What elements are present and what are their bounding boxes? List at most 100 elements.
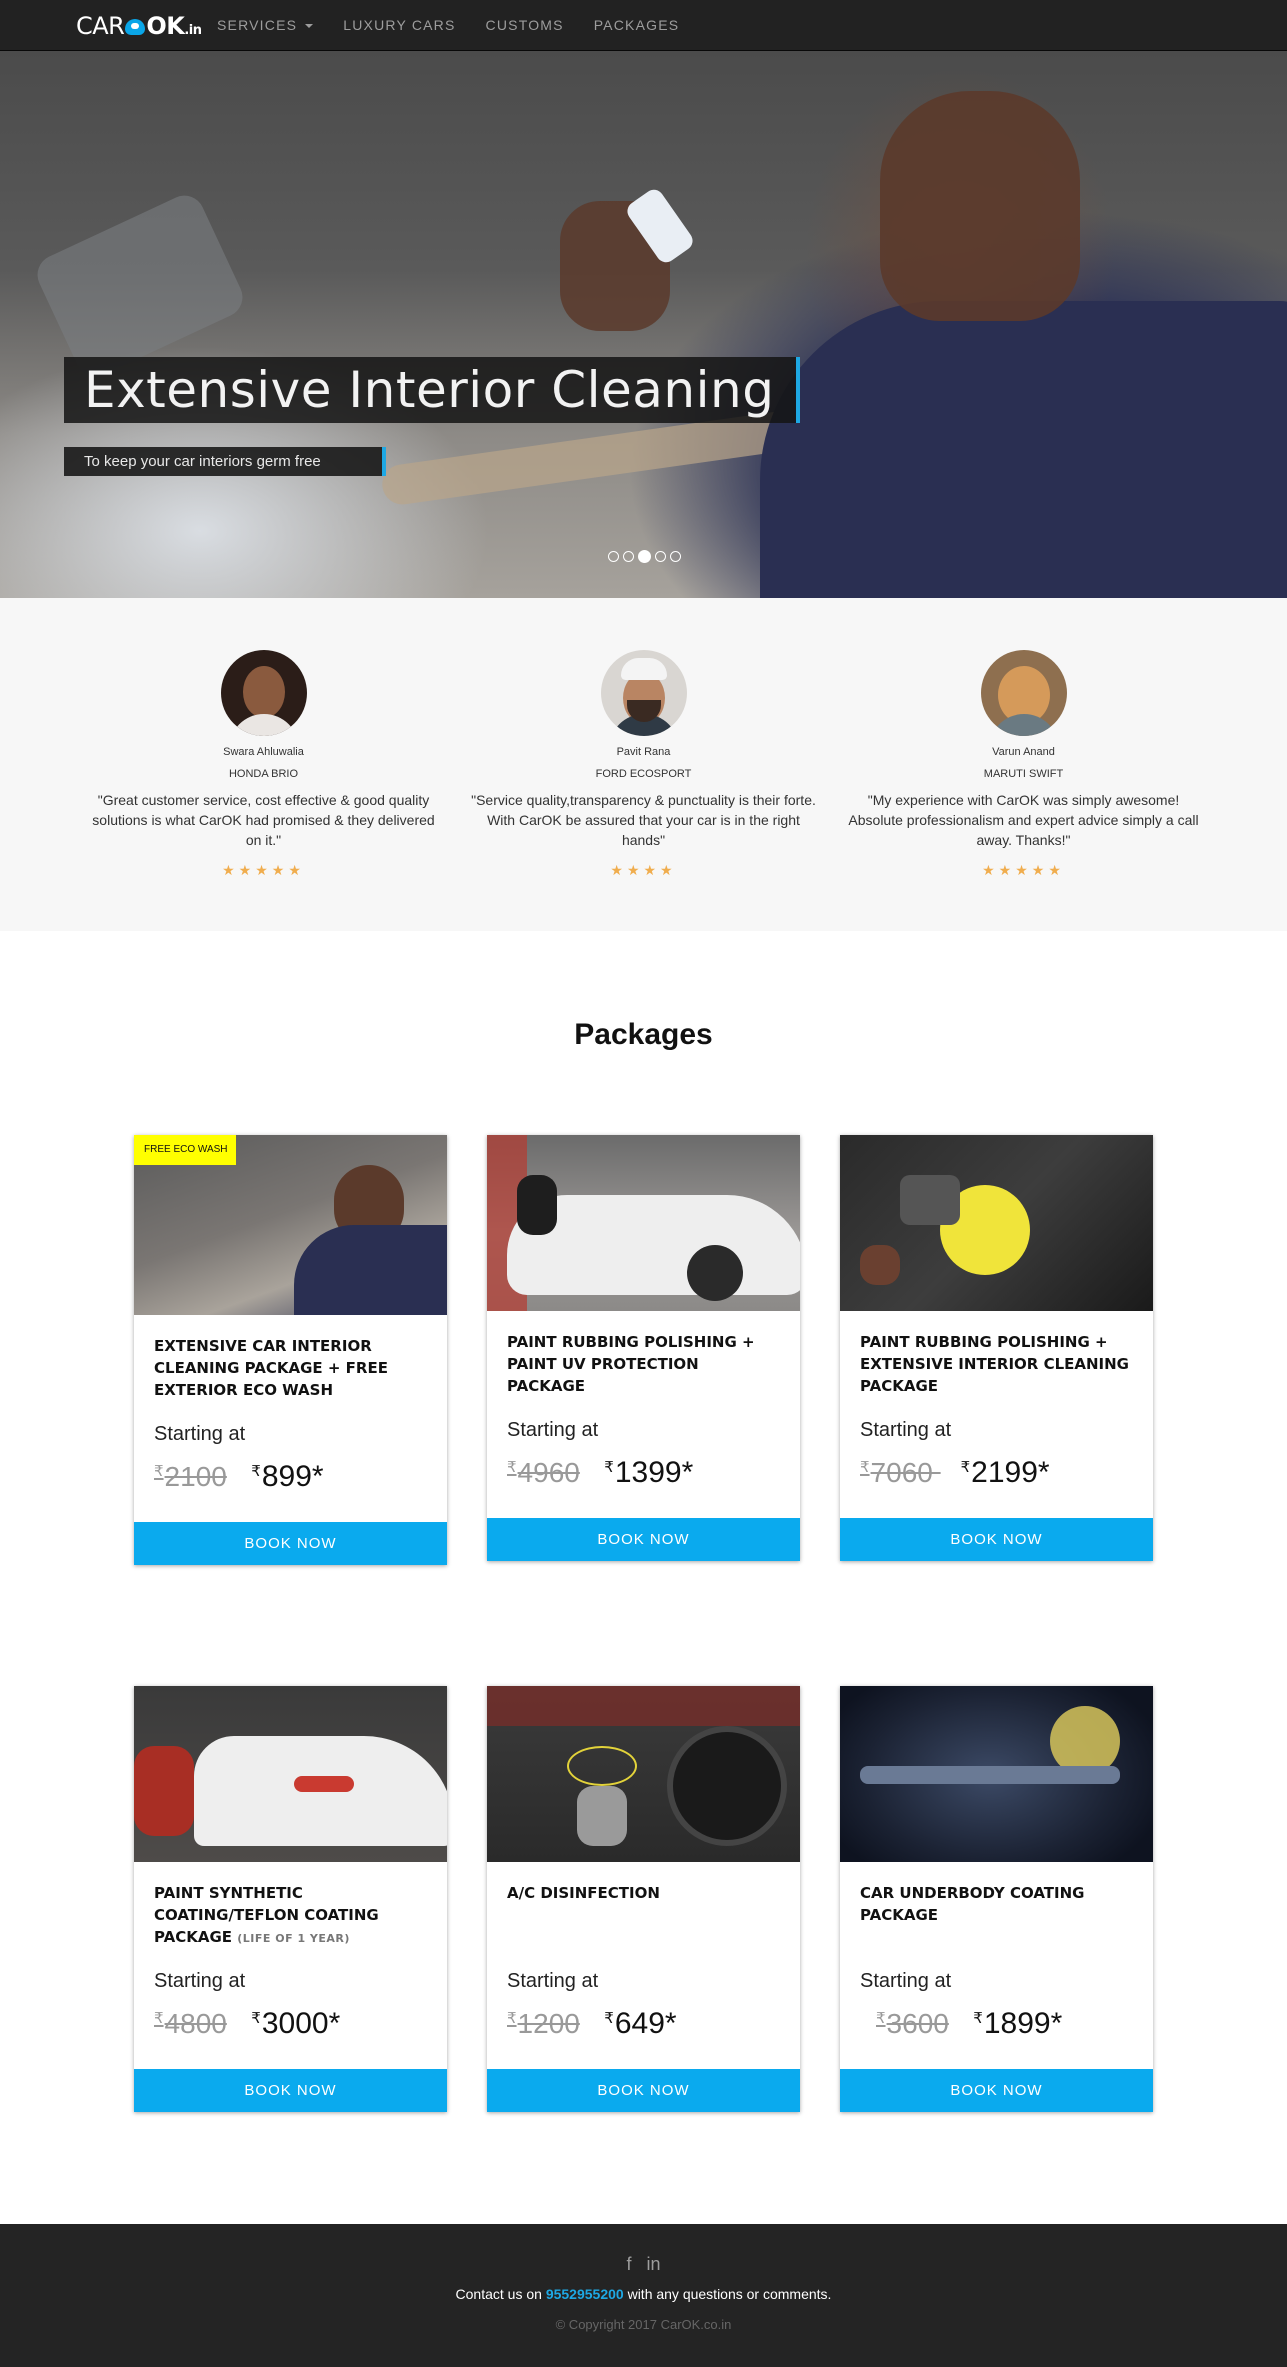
package-prices: ₹4960 ₹1399* — [487, 1442, 800, 1494]
avatar — [600, 650, 687, 736]
star-rating: ★★★★★ — [982, 862, 1065, 878]
testimonial-car: MARUTI SWIFT — [983, 768, 1064, 780]
rupee-icon: ₹ — [154, 2010, 164, 2027]
package-title: PAINT RUBBING POLISHING + EXTENSIVE INTE… — [860, 1333, 1129, 1395]
package-prices: ₹1200 ₹649* — [487, 1993, 800, 2045]
facebook-icon[interactable]: f — [626, 2254, 631, 2274]
package-image-polishing-interior — [840, 1135, 1153, 1311]
package-image-wire — [567, 1746, 637, 1786]
new-price-value: 899* — [261, 1460, 324, 1493]
package-card: PAINT SYNTHETIC COATING/TEFLON COATING P… — [134, 1686, 447, 2112]
brand-text-in: .in — [184, 23, 202, 38]
package-image-shirt — [294, 1225, 447, 1315]
carousel-indicator-1[interactable] — [608, 551, 619, 562]
rupee-icon: ₹ — [604, 1459, 614, 1476]
avatar — [220, 650, 307, 736]
old-price-value: 3600 — [886, 2008, 949, 2039]
package-title: PAINT RUBBING POLISHING + PAINT UV PROTE… — [507, 1333, 755, 1395]
package-image-hand — [860, 1245, 900, 1285]
testimonial-car: HONDA BRIO — [228, 768, 299, 780]
testimonial-name: Swara Ahluwalia — [223, 746, 304, 758]
old-price: ₹4960 — [507, 1457, 580, 1488]
carousel-indicator-5[interactable] — [670, 551, 681, 562]
navbar: CAR OK.in SERVICES LUXURY CARS CUSTOMS PA… — [0, 0, 1287, 51]
package-prices: ₹4800 ₹3000* — [134, 1993, 447, 2045]
hero-image-sunvisor — [30, 189, 250, 383]
old-price-value: 7060 — [870, 1457, 941, 1488]
rupee-icon: ₹ — [507, 1459, 517, 1476]
new-price-value: 3000* — [261, 2007, 341, 2040]
linkedin-icon[interactable]: in — [647, 2254, 661, 2274]
carousel-indicator-2[interactable] — [623, 551, 634, 562]
testimonials-section: Swara Ahluwalia HONDA BRIO "Great custom… — [0, 598, 1287, 931]
package-image-polisher — [900, 1175, 960, 1225]
package-image-teflon — [134, 1686, 447, 1862]
package-card: FREE ECO WASH EXTENSIVE CAR INTERIOR CLE… — [134, 1135, 447, 1565]
old-price: ₹1200 — [507, 2008, 580, 2039]
rupee-icon: ₹ — [604, 2010, 614, 2027]
old-price-value: 1200 — [517, 2008, 580, 2039]
package-image-polishing — [487, 1135, 800, 1311]
nav-services-label: SERVICES — [217, 17, 298, 33]
hero-subtitle: To keep your car interiors germ free — [64, 447, 386, 476]
hero-carousel[interactable]: Extensive Interior Cleaning To keep your… — [0, 51, 1287, 598]
starting-at-label: Starting at — [860, 1970, 952, 1992]
main-nav: SERVICES LUXURY CARS CUSTOMS PACKAGES — [202, 0, 694, 51]
new-price: ₹3000* — [251, 2007, 340, 2040]
footer: f in Contact us on 9552955200 with any q… — [0, 2224, 1287, 2367]
testimonial-quote: "Great customer service, cost effective … — [92, 792, 435, 848]
package-title: EXTENSIVE CAR INTERIOR CLEANING PACKAGE … — [154, 1337, 388, 1399]
package-image-wheel — [687, 1245, 743, 1301]
starting-at-label: Starting at — [154, 1423, 246, 1445]
package-title: A/C DISINFECTION — [507, 1884, 660, 1902]
book-now-button[interactable]: BOOK NOW — [840, 2069, 1153, 2112]
contact-suffix: with any questions or comments. — [623, 2286, 832, 2302]
new-price-value: 649* — [614, 2007, 677, 2040]
package-image-person — [517, 1175, 557, 1235]
avatar — [980, 650, 1067, 736]
testimonial-quote: "Service quality,transparency & punctual… — [471, 792, 816, 848]
nav-services[interactable]: SERVICES — [202, 0, 328, 51]
rupee-icon: ₹ — [251, 2010, 261, 2027]
phone-link[interactable]: 9552955200 — [546, 2286, 624, 2302]
copyright: © Copyright 2017 CarOK.co.in — [555, 2317, 732, 2332]
carousel-indicator-3[interactable] — [638, 550, 651, 563]
testimonial-quote: "My experience with CarOK was simply awe… — [848, 792, 1199, 848]
brand-text-ok: OK — [146, 12, 185, 40]
rupee-icon: ₹ — [876, 2010, 886, 2027]
package-title: CAR UNDERBODY COATING PACKAGE — [860, 1884, 1085, 1924]
package-image-hand — [577, 1786, 627, 1846]
package-prices: ₹3600 ₹1899* — [840, 1993, 1153, 2045]
package-title: PAINT SYNTHETIC COATING/TEFLON COATING P… — [134, 1862, 447, 1958]
starting-at-label: Starting at — [154, 1970, 246, 1992]
nav-packages[interactable]: PACKAGES — [579, 0, 695, 51]
old-price: ₹4800 — [154, 2008, 227, 2039]
caret-down-icon — [305, 24, 314, 29]
new-price: ₹1399* — [604, 1456, 693, 1489]
package-image-ac-disinfection — [487, 1686, 800, 1862]
package-image-underbody — [840, 1686, 1153, 1862]
new-price-value: 2199* — [971, 1456, 1050, 1489]
old-price: ₹7060 — [860, 1457, 941, 1488]
starting-at-label: Starting at — [507, 1970, 599, 1992]
carousel-indicator-4[interactable] — [655, 551, 666, 562]
nav-customs[interactable]: CUSTOMS — [471, 0, 579, 51]
nav-luxury-cars[interactable]: LUXURY CARS — [328, 0, 470, 51]
contact-prefix: Contact us on — [455, 2286, 546, 2302]
new-price-value: 1399* — [614, 1456, 694, 1489]
book-now-button[interactable]: BOOK NOW — [840, 1518, 1153, 1561]
hero-image-shirt — [760, 301, 1287, 598]
brand-text-car: CAR — [76, 12, 125, 40]
package-card: PAINT RUBBING POLISHING + PAINT UV PROTE… — [487, 1135, 800, 1561]
testimonial-name: Varun Anand — [992, 746, 1055, 758]
star-rating: ★★★★ — [610, 862, 677, 878]
social-links: f in — [0, 2254, 1287, 2275]
book-now-button[interactable]: BOOK NOW — [487, 1518, 800, 1561]
package-card: PAINT RUBBING POLISHING + EXTENSIVE INTE… — [840, 1135, 1153, 1561]
book-now-button[interactable]: BOOK NOW — [487, 2069, 800, 2112]
star-rating: ★★★★★ — [222, 862, 305, 878]
book-now-button[interactable]: BOOK NOW — [134, 2069, 447, 2112]
brand-logo[interactable]: CAR OK.in — [76, 12, 202, 40]
book-now-button[interactable]: BOOK NOW — [134, 1522, 447, 1565]
package-prices: ₹2100 ₹899* — [134, 1446, 447, 1498]
